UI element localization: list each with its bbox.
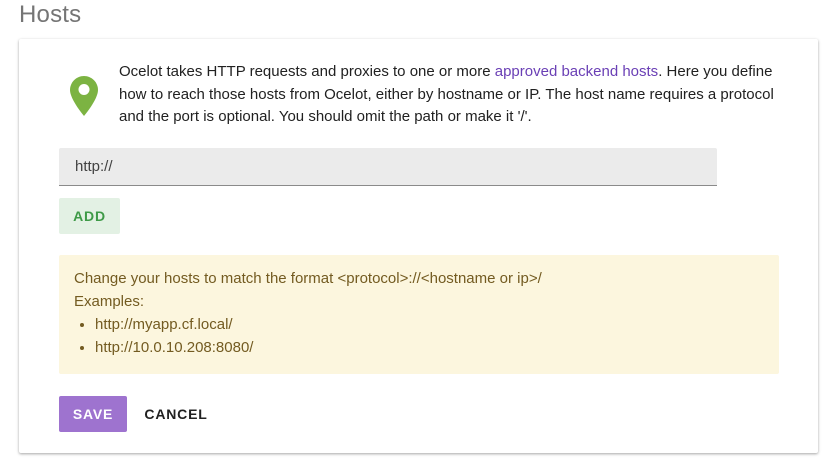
example-item: http://10.0.10.208:8080/ (95, 336, 764, 359)
intro-text: Ocelot takes HTTP requests and proxies t… (119, 61, 779, 129)
approved-backend-hosts-link[interactable]: approved backend hosts (495, 63, 658, 80)
cancel-button[interactable]: CANCEL (137, 396, 215, 432)
map-pin-icon (70, 76, 98, 116)
example-item: http://myapp.cf.local/ (95, 313, 764, 336)
examples-list: http://myapp.cf.local/ http://10.0.10.20… (74, 313, 764, 359)
save-button[interactable]: SAVE (59, 396, 127, 432)
page-title: Hosts (19, 1, 82, 28)
warning-message: Change your hosts to match the format <p… (74, 270, 542, 287)
add-button[interactable]: ADD (59, 198, 120, 234)
format-warning: Change your hosts to match the format <p… (59, 255, 779, 374)
examples-label: Examples: (74, 292, 145, 310)
intro-text-before: Ocelot takes HTTP requests and proxies t… (119, 63, 495, 80)
hosts-card: Ocelot takes HTTP requests and proxies t… (19, 39, 818, 453)
host-input[interactable] (59, 148, 717, 186)
